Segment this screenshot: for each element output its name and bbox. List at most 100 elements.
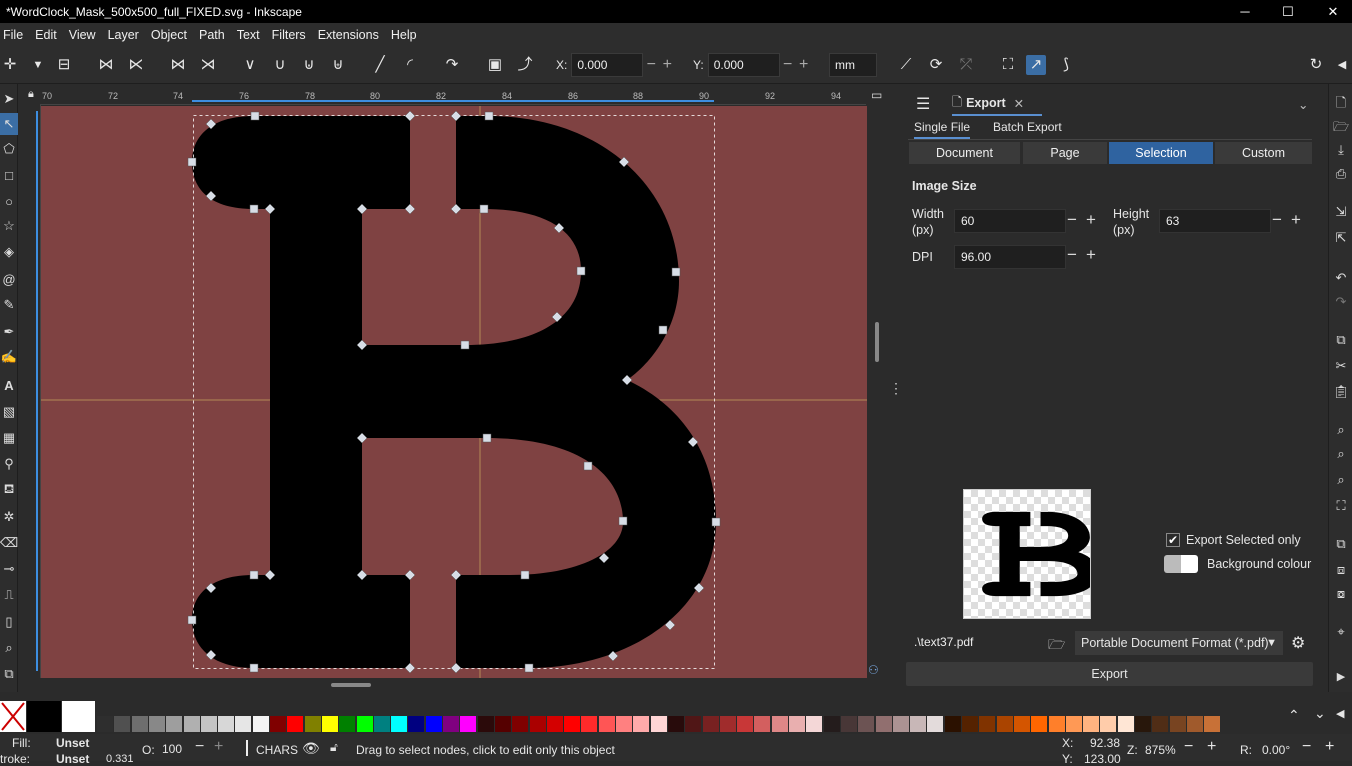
palette-swatch[interactable] (754, 716, 771, 732)
palette-swatch[interactable] (131, 716, 148, 732)
menu-object[interactable]: Object (148, 28, 194, 42)
palette-swatch[interactable] (408, 716, 425, 732)
text-tool-icon[interactable]: A (0, 374, 18, 396)
stroke-to-path-icon[interactable]: ▣ (485, 55, 505, 75)
ellipse-tool-icon[interactable]: ○ (0, 190, 18, 212)
palette-swatch[interactable] (616, 716, 632, 732)
break-path-icon[interactable]: ⋉ (126, 55, 146, 75)
clone-icon[interactable]: ⧈ (1329, 562, 1352, 582)
palette-swatch[interactable] (875, 716, 892, 732)
show-transform-handles-icon[interactable]: ⟋ (896, 55, 916, 75)
gradient-tool-icon[interactable]: ▧ (0, 401, 18, 423)
palette-swatch[interactable] (166, 716, 183, 732)
dialogs-menu-icon[interactable]: ☰ (916, 92, 930, 116)
calligraphy-tool-icon[interactable]: ✍ (0, 346, 18, 368)
show-outline-icon[interactable]: ⟳ (926, 55, 946, 75)
show-path-effect-icon[interactable]: ⤱ (956, 55, 976, 75)
panel-drag-handle-icon[interactable]: ⋮ (889, 380, 903, 400)
opacity-decrement[interactable]: − (195, 738, 204, 756)
pages-tool-icon[interactable]: ⧉ (0, 663, 18, 685)
palette-swatch[interactable] (529, 716, 546, 732)
no-paint-swatch[interactable] (0, 701, 26, 732)
tweak-tool-icon[interactable]: ⬠ (0, 138, 18, 160)
horizontal-scrollbar[interactable] (26, 678, 867, 692)
ruler-corner-lock-icon[interactable]: 🔒︎ (26, 88, 41, 105)
symmetric-node-icon[interactable]: ⊍ (299, 55, 319, 75)
palette-swatch[interactable] (702, 716, 719, 732)
palette-swatch[interactable] (200, 716, 217, 732)
pen-tool-icon[interactable]: ✒ (0, 321, 18, 343)
height-input[interactable]: 63 (1159, 209, 1271, 233)
black-swatch[interactable] (27, 701, 61, 732)
eraser-tool-icon[interactable]: ⌫ (0, 532, 18, 554)
palette-swatch[interactable] (425, 716, 442, 732)
x-decrement[interactable]: − (643, 56, 659, 74)
tab-single-file[interactable]: Single File (914, 120, 971, 139)
vertical-scroll-thumb[interactable] (875, 322, 879, 362)
palette-swatch[interactable] (771, 716, 788, 732)
dpi-increment[interactable]: + (1086, 245, 1096, 265)
export-settings-gear-icon[interactable]: ⚙ (1291, 633, 1305, 653)
save-icon[interactable]: ⤓ (1329, 142, 1352, 162)
palette-swatch[interactable] (1152, 716, 1169, 732)
palette-swatch[interactable] (598, 716, 615, 732)
show-bbox-icon[interactable]: ⛶ (998, 55, 1018, 75)
selector-tool-icon[interactable]: ➤ (0, 88, 18, 110)
spiral-tool-icon[interactable]: @ (0, 268, 18, 290)
area-custom-button[interactable]: Custom (1214, 141, 1313, 165)
opacity-increment[interactable]: + (214, 738, 223, 756)
palette-swatch[interactable] (114, 716, 131, 732)
palette-swatch[interactable] (252, 716, 269, 732)
rectangle-tool-icon[interactable]: □ (0, 164, 18, 186)
measure-tool-icon[interactable]: ⎍ (0, 584, 18, 606)
palette-swatch[interactable] (304, 716, 321, 732)
import-icon[interactable]: ⇲ (1329, 204, 1352, 224)
maximize-button[interactable]: ☐ (1265, 0, 1311, 23)
palette-swatch[interactable] (979, 716, 996, 732)
delete-node-icon[interactable]: ⊟ (54, 55, 74, 75)
snap-menu-icon[interactable]: ◀ (1332, 55, 1352, 75)
palette-swatch[interactable] (477, 716, 494, 732)
dialog-collapse-icon[interactable]: ⌄ (1298, 92, 1308, 116)
palette-swatch[interactable] (373, 716, 390, 732)
dpi-decrement[interactable]: − (1067, 245, 1077, 265)
smooth-node-icon[interactable]: ∪ (270, 55, 290, 75)
area-selection-button[interactable]: Selection (1108, 141, 1214, 165)
insert-node-icon[interactable]: ✛ (0, 55, 20, 75)
palette-swatch[interactable] (97, 716, 113, 732)
zoom-page-icon[interactable]: ⌕ (1329, 472, 1352, 492)
width-input[interactable]: 60 (954, 209, 1066, 233)
dropper-tool-icon[interactable]: ⚲ (0, 453, 18, 475)
tab-batch-export[interactable]: Batch Export (993, 120, 1062, 134)
palette-swatch[interactable] (927, 716, 944, 732)
export-selected-only-checkbox[interactable]: ✔ Export Selected only (1166, 533, 1301, 547)
cut-icon[interactable]: ✂ (1329, 358, 1352, 378)
palette-swatch[interactable] (218, 716, 235, 732)
palette-swatch[interactable] (339, 716, 356, 732)
vertical-ruler[interactable] (26, 105, 41, 678)
star-tool-icon[interactable]: ☆ (0, 215, 18, 237)
palette-swatch[interactable] (962, 716, 978, 732)
paste-icon[interactable]: 📋︎ (1329, 384, 1352, 404)
horizontal-ruler[interactable]: 70 72 74 76 78 80 82 84 86 88 90 92 94 (40, 88, 866, 105)
x-increment[interactable]: + (659, 56, 675, 74)
zoom-tool-icon[interactable]: ⌕ (0, 637, 18, 659)
opacity-input[interactable]: 100 (158, 739, 192, 759)
export-icon[interactable]: ⇱ (1329, 230, 1352, 250)
zoom-width-icon[interactable]: ⛶ (1329, 498, 1352, 518)
current-layer[interactable]: CHARS (256, 743, 298, 757)
open-icon[interactable]: 🗁︎ (1329, 118, 1352, 138)
edit-clip-icon[interactable]: ⟆ (1056, 55, 1076, 75)
palette-swatch[interactable] (148, 716, 165, 732)
join-nodes-icon[interactable]: ⋈ (96, 55, 116, 75)
rotate-increment[interactable]: + (1325, 738, 1334, 756)
palette-swatch[interactable] (650, 716, 667, 732)
unlink-clone-icon[interactable]: ⧇ (1329, 586, 1352, 606)
width-decrement[interactable]: − (1067, 210, 1077, 230)
rotation-input[interactable]: 0.00° (1262, 743, 1290, 757)
path-effect-icon[interactable]: ⤴ (515, 55, 535, 75)
zoom-out-button[interactable]: − (1184, 738, 1193, 756)
more-commands-icon[interactable]: ▶ (1329, 670, 1352, 690)
background-colour-control[interactable]: Background colour (1164, 555, 1311, 573)
palette-swatch[interactable] (235, 716, 252, 732)
